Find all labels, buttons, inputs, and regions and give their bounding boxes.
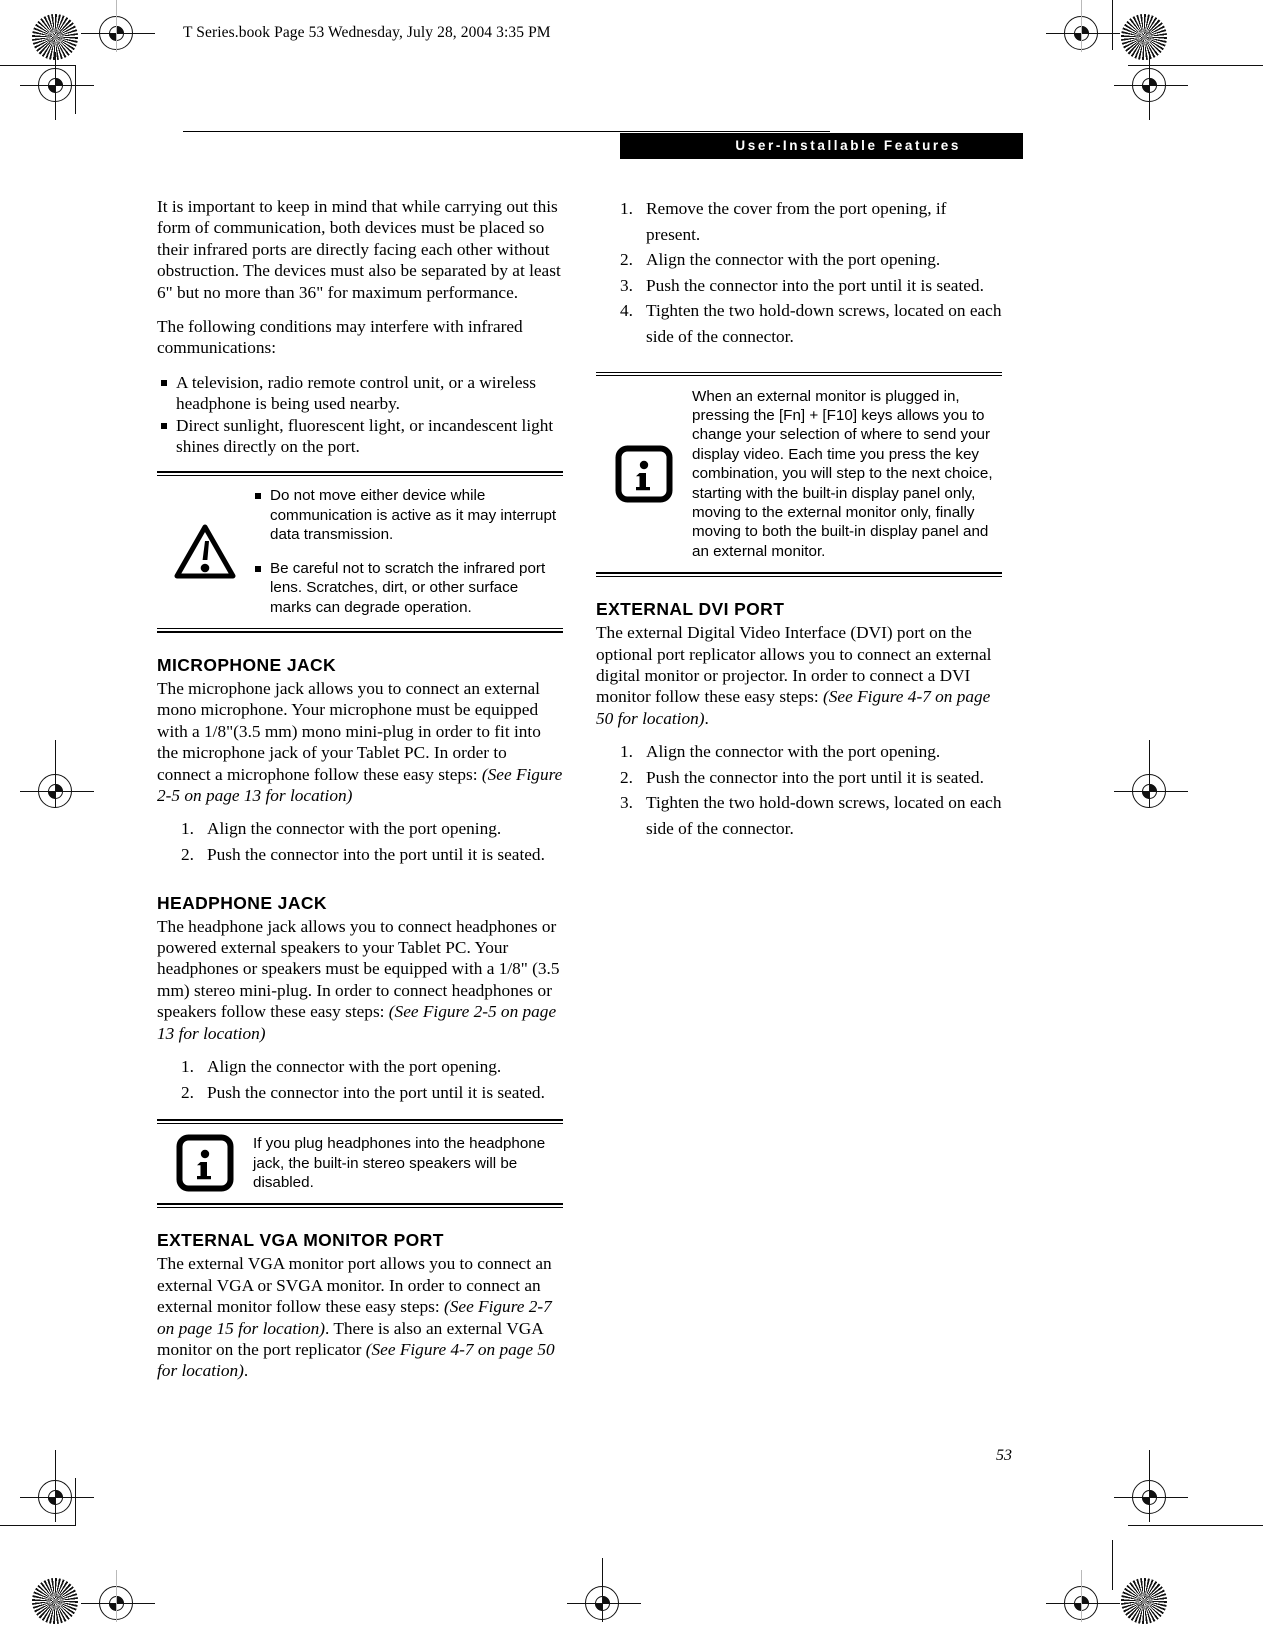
warning-callout-text: Do not move either device while communic… <box>253 486 563 616</box>
list-item: Push the connector into the port until i… <box>172 842 545 867</box>
star-target <box>32 1578 78 1624</box>
headphone-info-callout-text: If you plug headphones into the headphon… <box>253 1134 563 1192</box>
list-item: Align the connector with the port openin… <box>172 816 502 841</box>
registration-crosshair <box>55 740 56 808</box>
right-column: Remove the cover from the port opening, … <box>596 196 1002 842</box>
callout-rule-top <box>157 1119 563 1124</box>
section-heading-headphone-jack: HEADPHONE JACK <box>157 892 327 913</box>
registration-crosshair <box>1046 1603 1120 1604</box>
vga-port-body: The external VGA monitor port allows you… <box>157 1253 563 1381</box>
trim-line-top-left <box>0 65 76 66</box>
list-item: Push the connector into the port until i… <box>611 765 984 790</box>
warning-callout: Do not move either device while communic… <box>157 471 563 633</box>
trim-line-bottom-right <box>1128 1525 1263 1526</box>
star-target <box>1121 14 1167 60</box>
file-stamp: T Series.book Page 53 Wednesday, July 28… <box>183 24 551 41</box>
list-item: Tighten the two hold-down screws, locate… <box>611 790 1002 839</box>
dvi-port-body: The external Digital Video Interface (DV… <box>596 622 1002 729</box>
monitor-info-callout: When an external monitor is plugged in, … <box>596 371 1002 578</box>
headphone-jack-steps: Align the connector with the port openin… <box>157 1054 563 1105</box>
callout-paragraph: If you plug headphones into the headphon… <box>253 1135 546 1191</box>
registration-crosshair <box>1114 85 1188 86</box>
section-heading-external-dvi-port: EXTERNAL DVI PORT <box>596 599 785 620</box>
registration-crosshair <box>1149 1450 1150 1522</box>
trim-line-bottom-left <box>0 1525 76 1526</box>
list-item: Align the connector with the port openin… <box>611 739 941 764</box>
intro-paragraph: It is important to keep in mind that whi… <box>157 197 561 302</box>
callout-rule-top <box>157 471 563 477</box>
page-number: 53 <box>996 1447 1012 1464</box>
trim-line-left <box>75 66 76 114</box>
registration-crosshair <box>116 1570 117 1622</box>
registration-crosshair <box>1046 33 1120 34</box>
registration-crosshair <box>1081 1570 1082 1622</box>
list-item: Remove the cover from the port opening, … <box>611 196 947 244</box>
vga-body-part3: . <box>243 1361 249 1381</box>
trim-line-right <box>1112 0 1113 50</box>
callout-rule-bottom <box>157 1203 563 1209</box>
vga-connect-steps: Remove the cover from the port opening, … <box>596 196 1002 350</box>
registration-crosshair <box>20 1497 94 1498</box>
list-item: Do not move either device while communic… <box>253 486 563 544</box>
list-item: Push the connector into the port until i… <box>172 1080 545 1105</box>
callout-paragraph: When an external monitor is plugged in, … <box>692 387 993 560</box>
headphone-info-callout: If you plug headphones into the headphon… <box>157 1119 563 1209</box>
interference-conditions-list: A television, radio remote control unit,… <box>157 372 563 458</box>
info-icon <box>596 445 692 503</box>
registration-crosshair <box>1149 52 1150 120</box>
registration-crosshair <box>81 33 155 34</box>
headphone-jack-section: HEADPHONE JACK The headphone jack allows… <box>157 892 563 1209</box>
list-item: A television, radio remote control unit,… <box>157 372 563 415</box>
registration-crosshair <box>1149 740 1150 808</box>
registration-crosshair <box>55 1450 56 1522</box>
callout-rule-bottom <box>157 627 563 633</box>
list-item: Align the connector with the port openin… <box>611 247 941 272</box>
callout-rule-top <box>596 371 1002 377</box>
headphone-jack-body: The headphone jack allows you to connect… <box>157 916 563 1044</box>
section-heading-microphone-jack: MICROPHONE JACK <box>157 654 337 675</box>
left-column: It is important to keep in mind that whi… <box>157 196 563 1382</box>
warning-triangle-icon <box>157 524 253 580</box>
callout-rule-bottom <box>596 572 1002 578</box>
monitor-info-callout-text: When an external monitor is plugged in, … <box>692 387 1002 562</box>
dvi-body-tail: . <box>704 708 709 728</box>
registration-crosshair <box>116 0 117 52</box>
list-item: Push the connector into the port until i… <box>611 273 984 298</box>
list-item: Align the connector with the port openin… <box>172 1054 502 1079</box>
registration-crosshair <box>55 52 56 120</box>
dvi-port-section: EXTERNAL DVI PORT The external Digital V… <box>596 598 1002 841</box>
trim-line-left-bottom <box>75 1478 76 1526</box>
conditions-lead: The following conditions may interfere w… <box>157 317 523 358</box>
registration-crosshair <box>1114 1497 1188 1498</box>
list-item: Direct sunlight, fluorescent light, or i… <box>157 415 563 458</box>
star-target <box>1121 1578 1167 1624</box>
header-rule <box>183 131 830 132</box>
registration-crosshair <box>1114 791 1188 792</box>
registration-crosshair <box>20 85 94 86</box>
microphone-jack-body: The microphone jack allows you to connec… <box>157 678 563 806</box>
list-item: Be careful not to scratch the infrared p… <box>253 559 563 617</box>
registration-crosshair <box>81 1603 155 1604</box>
page-header-title: User-Installable Features <box>620 133 1023 159</box>
dvi-connect-steps: Align the connector with the port openin… <box>596 739 1002 841</box>
registration-crosshair <box>602 1558 603 1622</box>
microphone-jack-steps: Align the connector with the port openin… <box>157 816 563 867</box>
trim-line-top-right <box>1128 65 1263 66</box>
info-icon <box>157 1134 253 1192</box>
trim-line-right-bottom <box>1112 1540 1113 1590</box>
vga-port-section: EXTERNAL VGA MONITOR PORT The external V… <box>157 1229 563 1381</box>
section-heading-external-vga-monitor-port: EXTERNAL VGA MONITOR PORT <box>157 1230 444 1251</box>
microphone-jack-section: MICROPHONE JACK The microphone jack allo… <box>157 654 563 868</box>
registration-crosshair <box>567 1603 641 1604</box>
registration-crosshair <box>1081 0 1082 52</box>
list-item: Tighten the two hold-down screws, locate… <box>611 298 1002 346</box>
registration-crosshair <box>20 791 94 792</box>
